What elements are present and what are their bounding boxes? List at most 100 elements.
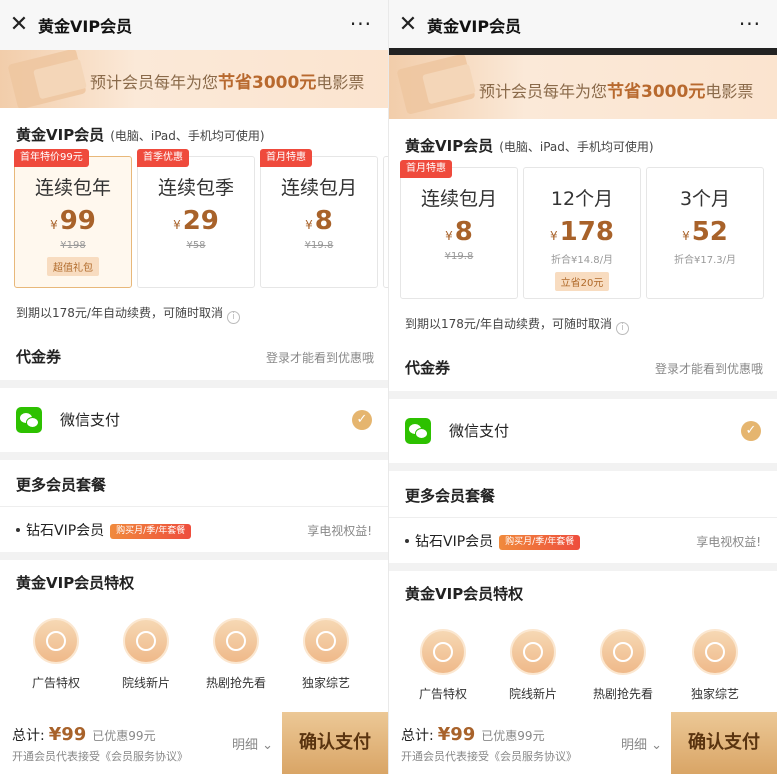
banner-post: 电影票	[705, 82, 754, 101]
privilege-cinema[interactable]: 院线新片	[493, 629, 573, 702]
wechat-pay-row[interactable]: 微信支付 ✓	[0, 388, 388, 452]
privilege-label: 广告特权	[418, 687, 467, 701]
coupon-row[interactable]: 代金券 登录才能看到优惠哦	[0, 332, 388, 380]
coupon-row[interactable]: 代金券 登录才能看到优惠哦	[389, 343, 777, 391]
plan-tag: 首年特价99元	[14, 149, 89, 167]
plan-option-partial[interactable]	[383, 156, 388, 288]
no-ad-icon	[600, 629, 646, 675]
auto-renew-note: 到期以178元/年自动续费，可随时取消 i	[16, 304, 240, 324]
vip-title-text: 黄金VIP会员	[405, 137, 494, 155]
plan-name: 连续包月	[280, 177, 357, 199]
currency: ¥	[682, 229, 690, 243]
privilege-label: 独家综艺	[690, 687, 739, 701]
privilege-label: 广告特权	[31, 676, 80, 690]
agreement-text[interactable]: 开通会员代表接受《会员服务协议》	[401, 748, 577, 764]
icon-glyph	[46, 631, 66, 651]
banner-highlight: 节省3000元	[218, 73, 317, 93]
plan-name: 连续包月	[420, 188, 497, 210]
confirm-pay-button[interactable]: 确认支付	[282, 712, 388, 774]
banner-pre: 预计会员每年为您	[479, 82, 608, 101]
coupon-label: 代金券	[405, 359, 451, 377]
chevron-down-icon: ⌄	[651, 738, 663, 753]
plan-option-monthly[interactable]: 首月特惠 连续包月 ¥8 ¥19.8	[400, 160, 518, 299]
price-value: 99	[59, 206, 96, 236]
renew-text: 到期以178元/年自动续费，可随时取消	[405, 317, 612, 331]
detail-toggle[interactable]: 明细 ⌄	[232, 734, 273, 753]
currency: ¥	[550, 229, 558, 243]
checkout-footer: 总计: ¥99 已优惠99元 开通会员代表接受《会员服务协议》 明细 ⌄ 确认支付	[389, 712, 777, 774]
plan-chip: 立省20元	[554, 272, 610, 291]
icon-glyph	[613, 642, 633, 662]
title-bar: ✕ 黄金VIP会员 ···	[0, 0, 388, 50]
savings-banner: 预计会员每年为您节省3000元电影票	[389, 55, 777, 119]
privilege-label: 独家综艺	[301, 676, 350, 690]
plan-option-3-months[interactable]: 3个月 ¥52 折合¥17.3/月	[646, 167, 764, 299]
wechat-pay-row[interactable]: 微信支付 ✓	[389, 399, 777, 463]
plan-option-monthly[interactable]: 首月特惠 连续包月 ¥8 ¥19.8	[260, 149, 378, 288]
more-icon[interactable]: ···	[350, 12, 372, 36]
agreement-text[interactable]: 开通会员代表接受《会员服务协议》	[12, 748, 188, 764]
icon-glyph	[523, 642, 543, 662]
more-plans-card: 更多会员套餐 钻石VIP会员 购买月/季/年套餐 享电视权益!	[0, 460, 388, 552]
privileges-title: 黄金VIP会员特权	[16, 574, 135, 592]
more-plans-card: 更多会员套餐 钻石VIP会员 购买月/季/年套餐 享电视权益!	[389, 471, 777, 563]
plan-tag: 首月特惠	[400, 160, 452, 178]
info-icon[interactable]: i	[226, 311, 240, 324]
discount-text: 已优惠99元	[92, 729, 156, 743]
plan-option-12-months[interactable]: 12个月 ¥178 折合¥14.8/月 立省20元	[523, 167, 641, 299]
privilege-early-drama[interactable]: 热剧抢先看	[196, 618, 276, 691]
top-divider	[389, 48, 777, 55]
banner-text: 预计会员每年为您节省3000元电影票	[479, 77, 753, 102]
plan-original-price: ¥19.8	[304, 240, 334, 251]
price-value: 8	[314, 206, 333, 236]
ad-privilege-icon	[33, 618, 79, 664]
detail-toggle[interactable]: 明细 ⌄	[621, 734, 662, 753]
checkout-footer: 总计: ¥99 已优惠99元 开通会员代表接受《会员服务协议》 明细 ⌄ 确认支付	[0, 712, 388, 774]
privilege-early-drama[interactable]: 热剧抢先看	[583, 629, 663, 702]
plan-tag: 首月特惠	[260, 149, 312, 167]
price-value: 178	[559, 217, 614, 247]
diamond-vip-item[interactable]: 钻石VIP会员 购买月/季/年套餐	[405, 531, 581, 551]
wechat-pay-label: 微信支付	[449, 422, 510, 440]
privileges-card: 黄金VIP会员特权 广告特权 院线新片 热剧抢先看 独家综艺	[0, 560, 388, 712]
plan-name: 连续包年	[34, 177, 111, 199]
wechat-pay-label: 微信支付	[60, 411, 121, 429]
page-title: 黄金VIP会员	[38, 17, 133, 36]
info-icon[interactable]: i	[615, 322, 629, 335]
privilege-variety[interactable]: 独家综艺	[675, 629, 755, 702]
vip-title: 黄金VIP会员 (电脑、iPad、手机均可使用)	[405, 135, 654, 156]
currency: ¥	[50, 218, 58, 232]
title-bar: ✕ 黄金VIP会员 ···	[389, 0, 777, 50]
icon-glyph	[433, 642, 453, 662]
currency: ¥	[305, 218, 313, 232]
coupon-hint: 登录才能看到优惠哦	[265, 351, 374, 365]
divider	[389, 517, 777, 518]
privilege-variety[interactable]: 独家综艺	[286, 618, 366, 691]
confirm-pay-button[interactable]: 确认支付	[671, 712, 777, 774]
privilege-ad[interactable]: 广告特权	[16, 618, 96, 691]
close-icon[interactable]: ✕	[389, 14, 427, 36]
plan-option-quarterly[interactable]: 首季优惠 连续包季 ¥29 ¥58	[137, 149, 255, 288]
no-ad-icon	[213, 618, 259, 664]
privilege-cinema[interactable]: 院线新片	[106, 618, 186, 691]
total-label: 总计:	[12, 728, 45, 744]
banner-text: 预计会员每年为您节省3000元电影票	[90, 68, 364, 93]
check-icon[interactable]: ✓	[741, 421, 761, 441]
diamond-vip-pill: 购买月/季/年套餐	[499, 535, 581, 550]
auto-renew-note: 到期以178元/年自动续费，可随时取消 i	[405, 315, 629, 335]
ad-privilege-icon	[420, 629, 466, 675]
privilege-ad[interactable]: 广告特权	[403, 629, 483, 702]
plan-price: ¥29	[138, 206, 254, 236]
plan-option-yearly[interactable]: 首年特价99元 连续包年 ¥99 ¥198 超值礼包	[14, 149, 132, 288]
plan-card: 黄金VIP会员 (电脑、iPad、手机均可使用) 首月特惠 连续包月 ¥8 ¥19…	[389, 119, 777, 355]
plan-price: ¥8	[261, 206, 377, 236]
plan-monthly-equivalent: 折合¥17.3/月	[674, 255, 736, 266]
vip-note: (电脑、iPad、手机均可使用)	[499, 140, 654, 154]
close-icon[interactable]: ✕	[0, 14, 38, 36]
vip-title-text: 黄金VIP会员	[16, 126, 105, 144]
diamond-vip-item[interactable]: 钻石VIP会员 购买月/季/年套餐	[16, 520, 192, 540]
more-icon[interactable]: ···	[739, 12, 761, 36]
privilege-label: 热剧抢先看	[592, 687, 653, 701]
renew-text: 到期以178元/年自动续费，可随时取消	[16, 306, 223, 320]
check-icon[interactable]: ✓	[352, 410, 372, 430]
